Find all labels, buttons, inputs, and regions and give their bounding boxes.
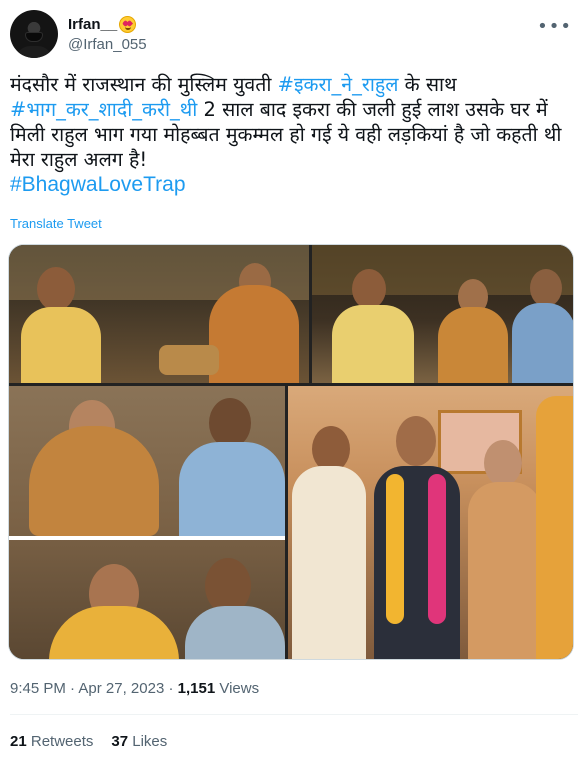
groom-head xyxy=(396,416,436,466)
tweet-meta: 9:45 PM · Apr 27, 2023 · 1,151 Views xyxy=(10,680,259,697)
heart-eyes-emoji-icon xyxy=(119,15,137,33)
person-body xyxy=(21,307,101,383)
person-saree xyxy=(438,307,508,383)
person-saree xyxy=(29,426,159,536)
retweets-label: Retweets xyxy=(30,733,94,750)
hashtag-link[interactable]: #BhagwaLoveTrap xyxy=(10,173,186,196)
name-row: Irfan__ xyxy=(68,14,137,34)
flower-garland xyxy=(428,474,446,624)
more-options-icon[interactable]: ••• xyxy=(537,16,572,37)
wedding-ritual-photo-2[interactable] xyxy=(312,245,573,383)
translate-tweet-link[interactable]: Translate Tweet xyxy=(10,216,102,231)
ritual-plate xyxy=(159,345,219,375)
tweet-time[interactable]: 9:45 PM xyxy=(10,680,66,697)
person-shirt xyxy=(179,442,285,536)
person-body xyxy=(332,305,414,383)
hashtag-link[interactable]: #इकरा_ने_राहुल xyxy=(278,73,399,96)
bride-saree xyxy=(468,482,542,659)
display-name[interactable]: Irfan__ xyxy=(68,16,117,33)
divider xyxy=(10,714,578,715)
avatar-shirt xyxy=(16,46,52,58)
wedding-ritual-photo-3[interactable] xyxy=(9,386,285,659)
person-saree xyxy=(49,606,179,659)
person-saree xyxy=(209,285,299,383)
avatar-mask xyxy=(25,32,43,42)
likes-label: Likes xyxy=(132,733,168,750)
separator: · xyxy=(168,680,174,697)
tweet-header: Irfan__ @Irfan_055 ••• xyxy=(10,8,578,60)
person-head xyxy=(530,269,562,307)
retweets-count: 21 xyxy=(10,733,27,750)
hashtag-link[interactable]: #भाग_कर_शादी_करी_थी xyxy=(10,98,197,121)
person-head xyxy=(37,267,75,311)
tweet-text-segment: के साथ xyxy=(398,73,457,96)
flower-garland xyxy=(386,474,404,624)
person-shirt xyxy=(185,606,285,659)
person-head xyxy=(352,269,386,309)
wedding-garland-photo-4[interactable] xyxy=(288,386,573,659)
person-head xyxy=(209,398,251,448)
bride-head xyxy=(484,440,522,486)
wedding-ritual-photo-1[interactable] xyxy=(9,245,309,383)
views-count: 1,151 xyxy=(177,680,216,697)
media-grid[interactable] xyxy=(8,244,574,660)
person-body xyxy=(536,396,573,659)
tweet-stats: 21 Retweets 37 Likes xyxy=(10,733,167,750)
tweet-date[interactable]: Apr 27, 2023 xyxy=(78,680,164,697)
avatar[interactable] xyxy=(10,10,58,58)
tweet-text-segment: मंदसौर में राजस्थान की मुस्लिम युवती xyxy=(10,73,278,96)
user-handle[interactable]: @Irfan_055 xyxy=(68,36,147,53)
separator: · xyxy=(70,680,76,697)
likes-count: 37 xyxy=(111,733,129,750)
photo-divider xyxy=(9,536,285,540)
likes-stat[interactable]: 37 Likes xyxy=(111,733,167,750)
person-body xyxy=(292,466,366,659)
tweet-text: मंदसौर में राजस्थान की मुस्लिम युवती #इक… xyxy=(10,72,580,197)
retweets-stat[interactable]: 21 Retweets xyxy=(10,733,93,750)
views-label: Views xyxy=(219,680,260,697)
person-shirt xyxy=(512,303,573,383)
